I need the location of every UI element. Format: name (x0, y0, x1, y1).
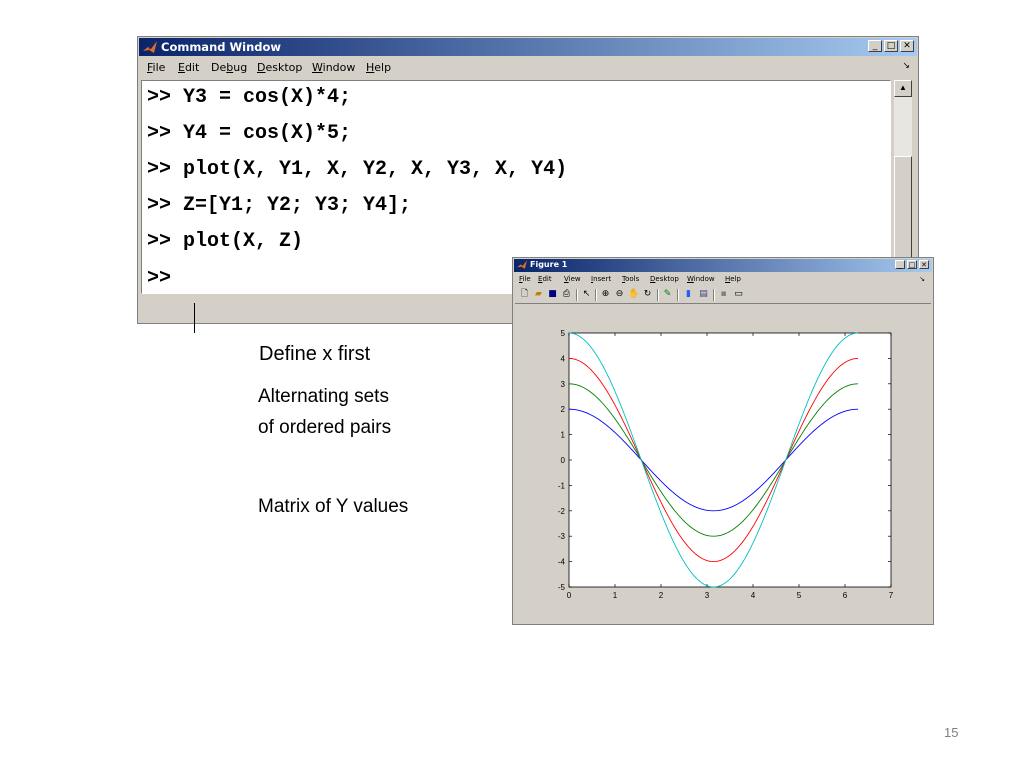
print-icon[interactable]: ⎙ (561, 289, 572, 300)
command-window-menubar: File Edit Debug Desktop Window Help ↘ (140, 58, 916, 76)
close-button[interactable]: ✕ (919, 260, 929, 269)
x-tick-label: 4 (751, 591, 756, 600)
command-window-titlebar[interactable]: Command Window _ □ ✕ (139, 38, 917, 56)
menu-help[interactable]: Help (366, 61, 391, 74)
y-tick-label: -4 (558, 558, 566, 567)
menu-edit[interactable]: Edit (538, 275, 552, 283)
pan-hand-icon[interactable]: ✋ (628, 289, 639, 300)
axes-box (568, 332, 892, 588)
show-plot-tools-icon[interactable]: ▭ (733, 289, 744, 300)
matlab-logo-icon (143, 41, 157, 53)
y-tick-label: -1 (558, 481, 566, 490)
close-button[interactable]: ✕ (900, 40, 914, 52)
menu-window[interactable]: Window (312, 61, 355, 74)
annotation-matrix: Matrix of Y values (258, 496, 409, 517)
y-tick-label: -3 (558, 532, 566, 541)
rotate-3d-icon[interactable]: ↻ (642, 289, 653, 300)
y-tick-label: -2 (558, 507, 566, 516)
command-line: >> Y4 = cos(X)*5; (147, 122, 352, 145)
maximize-button[interactable]: □ (907, 260, 917, 269)
command-line: >> Z=[Y1; Y2; Y3; Y4]; (147, 194, 412, 217)
annotation-alternating-2: of ordered pairs (258, 417, 392, 438)
menu-tools[interactable]: Tools (622, 275, 639, 283)
command-window-title: Command Window (161, 40, 282, 54)
command-prompt[interactable]: >> (147, 267, 171, 290)
x-tick-label: 2 (659, 591, 664, 600)
figure-menubar: File Edit View Insert Tools Desktop Wind… (515, 273, 931, 285)
menu-edit[interactable]: Edit (178, 61, 199, 74)
open-folder-icon[interactable]: ▰ (533, 289, 544, 300)
colorbar-icon[interactable]: ▮ (683, 289, 694, 300)
minimize-button[interactable]: _ (895, 260, 905, 269)
menu-file[interactable]: File (147, 61, 165, 74)
annotation-alternating-1: Alternating sets (258, 386, 389, 407)
menu-insert[interactable]: Insert (591, 275, 611, 283)
new-file-icon[interactable]: 🗋 (519, 289, 530, 300)
menu-file[interactable]: File (519, 275, 531, 283)
save-icon[interactable]: ■ (547, 289, 558, 300)
x-tick-label: 0 (567, 591, 572, 600)
undock-arrow-icon[interactable]: ↘ (919, 275, 925, 283)
y-tick-label: 0 (561, 456, 566, 465)
y-tick-label: 1 (561, 431, 566, 440)
data-cursor-icon[interactable]: ✎ (662, 289, 673, 300)
zoom-in-icon[interactable]: ⊕ (600, 289, 611, 300)
pointer-icon[interactable]: ↖ (581, 289, 592, 300)
x-tick-label: 1 (613, 591, 618, 600)
y-tick-label: 2 (561, 405, 566, 414)
y-tick-label: 4 (561, 354, 566, 363)
x-tick-label: 5 (797, 591, 802, 600)
y-tick-label: -5 (558, 583, 566, 592)
x-tick-label: 3 (705, 591, 710, 600)
menu-view[interactable]: View (564, 275, 581, 283)
command-line: >> plot(X, Z) (147, 230, 304, 253)
hide-plot-tools-icon[interactable]: ▪ (718, 289, 729, 300)
minimize-button[interactable]: _ (868, 40, 882, 52)
command-line: >> Y3 = cos(X)*4; (147, 86, 352, 109)
matlab-logo-icon (517, 260, 527, 269)
legend-icon[interactable]: ▤ (698, 289, 709, 300)
menu-window[interactable]: Window (687, 275, 715, 283)
figure-window: Figure 1 _ □ ✕ File Edit View Insert Too… (512, 257, 934, 625)
figure-window-titlebar[interactable]: Figure 1 _ □ ✕ (514, 259, 932, 272)
x-tick-label: 6 (843, 591, 848, 600)
command-line: >> plot(X, Y1, X, Y2, X, Y3, X, Y4) (147, 158, 568, 181)
y-tick-label: 5 (561, 329, 566, 338)
page-number: 15 (944, 725, 959, 740)
menu-debug[interactable]: Debug (211, 61, 247, 74)
menu-desktop[interactable]: Desktop (257, 61, 302, 74)
figure-plot-area[interactable]: 0 1 2 3 4 5 6 7 5 4 3 2 1 0 -1 -2 -3 -4 -5 (513, 304, 933, 624)
menu-desktop[interactable]: Desktop (650, 275, 679, 283)
zoom-out-icon[interactable]: ⊖ (614, 289, 625, 300)
figure-toolbar: 🗋 ▰ ■ ⎙ ↖ ⊕ ⊖ ✋ ↻ ✎ ▮ ▤ ▪ ▭ (515, 286, 931, 304)
y-tick-label: 3 (561, 380, 566, 389)
x-tick-label: 7 (889, 591, 894, 600)
maximize-button[interactable]: □ (884, 40, 898, 52)
menu-help[interactable]: Help (725, 275, 741, 283)
scroll-up-arrow-icon[interactable]: ▲ (894, 80, 912, 97)
undock-arrow-icon[interactable]: ↘ (902, 61, 910, 71)
annotation-define-x: Define x first (259, 343, 371, 365)
figure-window-title: Figure 1 (530, 260, 568, 269)
